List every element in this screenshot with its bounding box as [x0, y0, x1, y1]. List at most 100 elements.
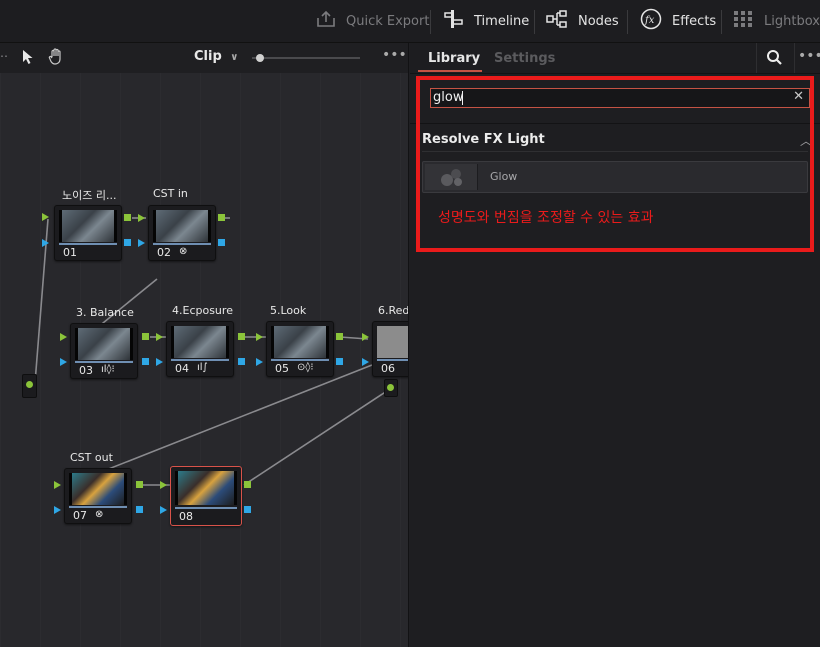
node-number: 01 — [63, 246, 77, 259]
node-06-alpha-input[interactable] — [362, 358, 369, 366]
node-08-alpha-input[interactable] — [160, 506, 167, 514]
node-02-rgb-input[interactable] — [138, 214, 145, 222]
tab-library[interactable]: Library — [418, 43, 490, 73]
node-01-rgb-input[interactable] — [42, 213, 49, 221]
node-04-rgb-output[interactable] — [238, 333, 245, 340]
toolbar-divider — [721, 10, 722, 34]
hand-tool-icon[interactable] — [48, 48, 64, 70]
left-edge-dots-icon[interactable]: ⋯ — [0, 49, 8, 63]
node-01-alpha-output[interactable] — [124, 239, 131, 246]
node-03-alpha-input[interactable] — [60, 358, 67, 366]
effects-search-input[interactable]: glow ✕ — [430, 88, 810, 108]
section-underline — [422, 151, 808, 152]
node-04-alpha-input[interactable] — [156, 358, 163, 366]
node-number: 03 — [79, 364, 93, 377]
zoom-slider[interactable] — [252, 54, 360, 62]
node-06-rgb-input[interactable] — [362, 333, 369, 341]
node-progress-bar — [69, 506, 127, 508]
clear-search-icon[interactable]: ✕ — [793, 89, 804, 104]
toolbar-divider — [756, 43, 757, 73]
section-divider — [410, 123, 820, 124]
node-thumbnail — [75, 328, 133, 360]
node-graph-canvas[interactable]: 노이즈 리... 01 CST in 02 ⊗ 3. Balance 03 ıl… — [0, 73, 408, 647]
node-06[interactable]: 06 — [372, 321, 408, 377]
node-thumbnail — [377, 326, 408, 358]
node-02-alpha-input[interactable] — [138, 239, 145, 247]
toolbar-divider — [430, 10, 431, 34]
tab-settings[interactable]: Settings — [484, 43, 565, 73]
node-thumbnail — [271, 326, 329, 358]
quick-export-label: Quick Export — [346, 13, 430, 29]
node-progress-bar — [377, 359, 408, 361]
more-options-icon[interactable]: ••• — [798, 48, 820, 64]
source-input-handle[interactable] — [22, 374, 37, 398]
svg-text:fx: fx — [644, 15, 655, 26]
timeline-button[interactable]: Timeline — [442, 0, 529, 42]
clip-mode-dropdown[interactable]: Clip ∨ — [194, 49, 238, 64]
node-07[interactable]: 07 ⊗ — [64, 468, 132, 524]
node-03-label: 3. Balance — [76, 306, 134, 319]
node-07-rgb-output[interactable] — [136, 481, 143, 488]
node-07-rgb-input[interactable] — [54, 481, 61, 489]
node-thumbnail — [59, 210, 117, 242]
node-02-rgb-output[interactable] — [218, 214, 225, 221]
node-editor: ⋯ Clip ∨ ••• — [0, 43, 409, 647]
node-01-rgb-output[interactable] — [124, 214, 131, 221]
tab-library-label: Library — [428, 50, 481, 66]
quick-export-button[interactable]: Quick Export — [316, 0, 429, 42]
more-options-icon[interactable]: ••• — [382, 47, 407, 63]
node-08-alpha-output[interactable] — [244, 506, 251, 513]
node-08[interactable]: 08 — [170, 466, 242, 526]
annotation-text: 성명도와 번짐을 조정할 수 있는 효과 — [438, 210, 654, 226]
node-05-rgb-input[interactable] — [256, 333, 263, 341]
node-03-rgb-output[interactable] — [142, 333, 149, 340]
effects-button[interactable]: fx Effects — [640, 0, 716, 42]
chevron-up-icon: ︿ — [799, 134, 812, 148]
fx-icon: fx — [640, 8, 662, 34]
node-progress-bar — [59, 243, 117, 245]
node-number: 05 — [275, 362, 289, 375]
nodes-button[interactable]: Nodes — [546, 0, 619, 42]
node-06-key-output[interactable] — [384, 379, 398, 397]
node-08-rgb-input[interactable] — [160, 481, 167, 489]
node-04-rgb-input[interactable] — [156, 333, 163, 341]
node-number: 08 — [179, 510, 193, 523]
effects-library-panel: Library Settings ••• glow ✕ Resolve FX L… — [410, 43, 820, 647]
node-02[interactable]: 02 ⊗ — [148, 205, 216, 261]
wire-08-out — [243, 388, 391, 486]
node-progress-bar — [75, 361, 133, 363]
effect-item-glow[interactable]: Glow — [422, 161, 808, 193]
node-02-label: CST in — [153, 187, 188, 200]
effect-item-label: Glow — [490, 170, 518, 183]
node-07-alpha-input[interactable] — [54, 506, 61, 514]
node-01[interactable]: 01 — [54, 205, 122, 261]
node-01-alpha-input[interactable] — [42, 239, 49, 247]
node-number: 07 — [73, 509, 87, 522]
node-04-alpha-output[interactable] — [238, 358, 245, 365]
lightbox-label: Lightbox — [764, 13, 820, 29]
lightbox-button[interactable]: Lightbox — [734, 0, 820, 42]
node-03-rgb-input[interactable] — [60, 333, 67, 341]
resolve-fx-light-section-header[interactable]: Resolve FX Light ︿ — [422, 132, 812, 152]
node-number: 06 — [381, 362, 395, 375]
node-03-alpha-output[interactable] — [142, 358, 149, 365]
timeline-label: Timeline — [474, 13, 530, 29]
zoom-slider-handle[interactable] — [256, 54, 264, 62]
toolbar-divider — [627, 10, 628, 34]
top-toolbar: Quick Export Timeline Nodes fx Effects L… — [0, 0, 820, 43]
node-05-alpha-input[interactable] — [256, 358, 263, 366]
node-02-alpha-output[interactable] — [218, 239, 225, 246]
node-04[interactable]: 04 ıl∫ — [166, 321, 234, 377]
node-progress-bar — [171, 359, 229, 361]
node-05-rgb-output[interactable] — [336, 333, 343, 340]
search-icon[interactable] — [766, 49, 783, 70]
node-07-alpha-output[interactable] — [136, 506, 143, 513]
nodes-icon — [546, 9, 568, 33]
node-08-rgb-output[interactable] — [244, 481, 251, 488]
node-05[interactable]: 05 ⊙◊⁝ — [266, 321, 334, 377]
node-03[interactable]: 03 ıl◊⁝ — [70, 323, 138, 379]
pointer-tool-icon[interactable] — [22, 49, 34, 69]
color-space-transform-icon: ⊗ — [179, 246, 188, 257]
node-editor-toolbar: ⋯ Clip ∨ ••• — [0, 43, 408, 74]
node-05-alpha-output[interactable] — [336, 358, 343, 365]
